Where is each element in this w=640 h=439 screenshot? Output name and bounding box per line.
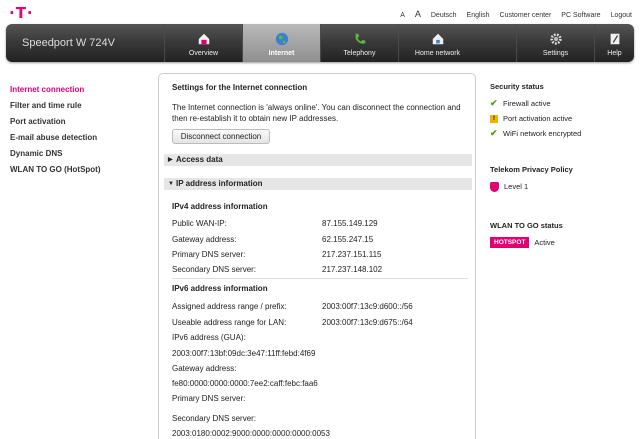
shield-icon <box>490 181 499 192</box>
tab-overview-label: Overview <box>188 50 219 57</box>
public-wan-row: Public WAN-IP: 87.155.149.129 <box>172 219 472 228</box>
page-title: Settings for the Internet connection <box>172 83 308 92</box>
wifi-status: ✔ WiFi network encrypted <box>490 126 635 141</box>
router-model: Speedport W 724V <box>22 37 115 49</box>
ipv6-secondary-dns-value: 2003:0180:0002:9000:0000:0000:0000:0053 <box>172 429 330 438</box>
check-icon: ✔ <box>490 98 498 108</box>
divider <box>172 278 468 279</box>
top-bar: ·T· A A Deutsch English Customer center … <box>0 0 640 24</box>
hotspot-status: HOTSPOT Active <box>490 235 635 250</box>
ipv6-usable-label: Useable address range for LAN: <box>172 318 287 327</box>
tab-help-label: Help <box>607 50 622 57</box>
help-icon <box>610 33 619 45</box>
port-activation-status-label: Port activation active <box>503 114 573 123</box>
main-nav: Speedport W 724V Overview Internet Telep… <box>6 24 634 62</box>
home-network-icon <box>432 33 443 45</box>
customer-center-link[interactable]: Customer center <box>500 12 552 19</box>
ipv6-usable-value: 2003:00f7:13c9:d675::/64 <box>322 318 413 327</box>
ipv4-secondary-dns-value: 217.237.148.102 <box>322 265 383 274</box>
telekom-logo[interactable]: ·T· <box>9 4 34 22</box>
firewall-status: ✔ Firewall active <box>490 96 635 111</box>
intro-text: The Internet connection is 'always onlin… <box>172 103 461 123</box>
tab-telephony-label: Telephony <box>343 50 376 57</box>
ipv4-secondary-dns-label: Secondary DNS server: <box>172 265 257 274</box>
phone-icon <box>355 33 365 44</box>
chevron-down-icon: ▼ <box>168 181 174 187</box>
ipv6-gateway-value: fe80:0000:0000:0000:7ee2:caff:febc:faa6 <box>172 379 318 388</box>
ipv6-heading: IPv6 address information <box>172 284 268 293</box>
hotspot-badge: HOTSPOT <box>490 237 530 248</box>
wifi-status-label: WiFi network encrypted <box>503 129 582 138</box>
ipv4-gateway-label: Gateway address: <box>172 235 237 244</box>
sidebar-item-dynamic-dns[interactable]: Dynamic DNS <box>10 146 150 162</box>
ipv6-primary-dns-label: Primary DNS server: <box>172 394 246 403</box>
tab-settings-label: Settings <box>542 50 569 57</box>
ipv6-assigned-label: Assigned address range / prefix: <box>172 302 287 311</box>
public-wan-label: Public WAN-IP: <box>172 219 227 228</box>
privacy-level: Level 1 <box>490 179 635 194</box>
tab-internet-label: Internet <box>268 50 295 57</box>
ip-info-toggle[interactable]: ▼ IP address information <box>164 178 472 190</box>
font-size-big-link[interactable]: A <box>415 9 421 19</box>
public-wan-value: 87.155.149.129 <box>322 219 378 228</box>
ipv6-assigned-row: Assigned address range / prefix: 2003:00… <box>172 302 472 311</box>
wlan-to-go-title: WLAN TO GO status <box>490 221 563 230</box>
ipv4-gateway-value: 62.155.247.15 <box>322 235 374 244</box>
ipv6-secondary-dns-label: Secondary DNS server: <box>172 414 257 423</box>
ipv4-primary-dns-row: Primary DNS server: 217.237.151.115 <box>172 250 472 259</box>
tab-help[interactable]: Help <box>594 24 634 62</box>
tab-telephony[interactable]: Telephony <box>320 24 398 62</box>
ipv6-gateway-label: Gateway address: <box>172 364 237 373</box>
warning-icon: ! <box>490 114 498 123</box>
house-icon <box>198 33 209 45</box>
sidebar-item-email-abuse[interactable]: E-mail abuse detection <box>10 130 150 146</box>
firewall-status-label: Firewall active <box>503 99 551 108</box>
security-status-title: Security status <box>490 82 544 91</box>
sidebar: Internet connection Filter and time rule… <box>10 82 150 178</box>
sidebar-item-port-activation[interactable]: Port activation <box>10 114 150 130</box>
check-icon: ✔ <box>490 128 498 138</box>
top-links: A A Deutsch English Customer center PC S… <box>400 9 632 19</box>
language-deutsch-link[interactable]: Deutsch <box>431 12 457 19</box>
access-data-label: Access data <box>176 155 223 164</box>
tab-internet[interactable]: Internet <box>242 24 320 62</box>
ipv4-primary-dns-value: 217.237.151.115 <box>322 250 382 259</box>
ip-info-label: IP address information <box>176 179 263 188</box>
ipv6-assigned-value: 2003:00f7:13c9:d600::/56 <box>322 302 413 311</box>
hotspot-status-label: Active <box>534 238 555 247</box>
globe-icon <box>275 32 288 46</box>
pc-software-link[interactable]: PC Software <box>561 12 600 19</box>
status-column: Security status ✔ Firewall active ! Port… <box>490 82 635 250</box>
gear-icon <box>549 33 562 45</box>
ipv4-heading: IPv4 address information <box>172 202 268 211</box>
ipv4-primary-dns-label: Primary DNS server: <box>172 250 246 259</box>
port-activation-status: ! Port activation active <box>490 111 635 126</box>
settings-panel: Settings for the Internet connection The… <box>158 73 476 439</box>
sidebar-item-wlan-to-go[interactable]: WLAN TO GO (HotSpot) <box>10 162 150 178</box>
ipv6-gua-label: IPv6 address (GUA): <box>172 333 246 342</box>
sidebar-item-internet-connection[interactable]: Internet connection <box>10 82 150 98</box>
ipv6-usable-row: Useable address range for LAN: 2003:00f7… <box>172 318 472 327</box>
ipv4-secondary-dns-row: Secondary DNS server: 217.237.148.102 <box>172 265 472 274</box>
font-size-small-link[interactable]: A <box>400 12 405 19</box>
chevron-right-icon: ▶ <box>168 157 173 163</box>
disconnect-button[interactable]: Disconnect connection <box>172 129 270 144</box>
tab-settings[interactable]: Settings <box>516 24 594 62</box>
privacy-level-label[interactable]: Level 1 <box>504 179 528 194</box>
access-data-toggle[interactable]: ▶ Access data <box>164 154 472 166</box>
privacy-policy-title: Telekom Privacy Policy <box>490 165 573 174</box>
ipv6-gua-value: 2003:00f7:13bf:09dc:3e47:11ff:febd:4f69 <box>172 349 316 358</box>
ipv4-gateway-row: Gateway address: 62.155.247.15 <box>172 235 472 244</box>
sidebar-item-filter-time-rule[interactable]: Filter and time rule <box>10 98 150 114</box>
language-english-link[interactable]: English <box>467 12 490 19</box>
tab-home-network[interactable]: Home network <box>398 24 476 62</box>
logout-link[interactable]: Logout <box>611 12 632 19</box>
tab-home-network-label: Home network <box>414 50 461 57</box>
tab-overview[interactable]: Overview <box>164 24 242 62</box>
